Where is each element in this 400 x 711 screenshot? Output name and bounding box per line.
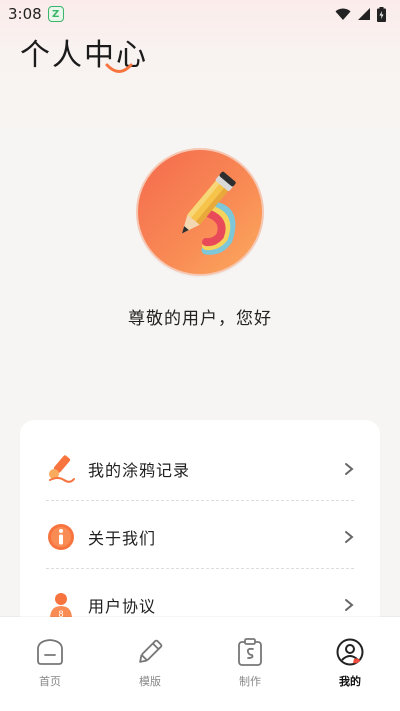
divider xyxy=(46,500,354,501)
menu-item-label: 用户协议 xyxy=(88,597,157,616)
nav-item-home[interactable]: 首页 xyxy=(0,617,100,711)
menu-item-doodle-records[interactable]: 我的涂鸦记录 xyxy=(20,436,380,502)
title-smile-decoration xyxy=(105,63,133,73)
info-icon xyxy=(46,522,76,552)
nav-label: 制作 xyxy=(239,675,261,688)
divider xyxy=(46,568,354,569)
profile-icon xyxy=(336,638,364,666)
menu-item-label: 关于我们 xyxy=(88,529,157,548)
nav-label: 我的 xyxy=(339,675,361,688)
status-bar: 3:08 Z xyxy=(0,0,400,28)
user-icon: 8 xyxy=(46,590,76,620)
battery-icon xyxy=(377,6,386,22)
pencil-logo-icon xyxy=(182,171,236,255)
nav-item-create[interactable]: 制作 xyxy=(200,617,300,711)
brush-icon xyxy=(46,454,76,484)
signal-icon xyxy=(358,8,370,20)
status-time: 3:08 xyxy=(8,5,42,23)
bottom-navigation: 首页 模版 制作 我的 xyxy=(0,617,400,711)
avatar[interactable] xyxy=(136,148,264,276)
greeting-text: 尊敬的用户，您好 xyxy=(128,309,272,329)
nav-label: 模版 xyxy=(139,675,161,688)
home-icon xyxy=(37,639,63,665)
nav-item-mine[interactable]: 我的 xyxy=(300,617,400,711)
profile-screen: 3:08 Z 个人中心 尊敬的用户，您好 我的涂鸦记录 关于我们 8 用户协议 … xyxy=(0,0,400,711)
chevron-right-icon xyxy=(345,599,354,611)
pencil-icon xyxy=(139,639,163,663)
clipboard-icon xyxy=(238,638,262,666)
chevron-right-icon xyxy=(345,531,354,543)
chevron-right-icon xyxy=(345,463,354,475)
app-notification-icon: Z xyxy=(47,6,64,22)
nav-label: 首页 xyxy=(39,675,61,688)
nav-item-templates[interactable]: 模版 xyxy=(100,617,200,711)
menu-item-label: 我的涂鸦记录 xyxy=(88,461,191,480)
menu-item-about-us[interactable]: 关于我们 xyxy=(20,504,380,570)
status-icons xyxy=(335,6,386,22)
wifi-icon xyxy=(335,8,351,20)
